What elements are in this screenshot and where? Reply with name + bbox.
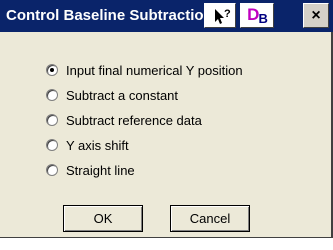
option-input-final-y[interactable]: Input final numerical Y position [46, 60, 243, 80]
svg-text:?: ? [224, 8, 231, 20]
option-y-axis-shift[interactable]: Y axis shift [46, 135, 129, 155]
help-pointer-icon: ? [215, 8, 231, 24]
option-straight-line[interactable]: Straight line [46, 160, 135, 180]
close-button[interactable]: × [303, 3, 329, 28]
db-button[interactable]: DB [240, 3, 274, 28]
radio-icon[interactable] [46, 139, 58, 151]
title-bar[interactable]: Control Baseline Subtraction ? DB × [0, 0, 333, 32]
window-title: Control Baseline Subtraction [6, 7, 206, 24]
ok-button[interactable]: OK [63, 205, 143, 232]
radio-icon[interactable] [46, 164, 58, 176]
option-subtract-reference[interactable]: Subtract reference data [46, 110, 202, 130]
close-icon: × [311, 6, 321, 24]
radio-icon[interactable] [46, 64, 58, 76]
dialog-window: Control Baseline Subtraction ? DB × Inpu… [0, 0, 333, 238]
option-label: Subtract a constant [66, 87, 179, 103]
radio-icon[interactable] [46, 114, 58, 126]
cancel-button[interactable]: Cancel [170, 205, 250, 232]
radio-icon[interactable] [46, 89, 58, 101]
db-icon: DB [247, 5, 268, 26]
option-label: Subtract reference data [66, 112, 202, 128]
help-button[interactable]: ? [204, 3, 236, 28]
option-label: Straight line [66, 162, 135, 178]
option-label: Y axis shift [66, 137, 129, 153]
option-label: Input final numerical Y position [66, 62, 243, 78]
option-subtract-constant[interactable]: Subtract a constant [46, 85, 178, 105]
